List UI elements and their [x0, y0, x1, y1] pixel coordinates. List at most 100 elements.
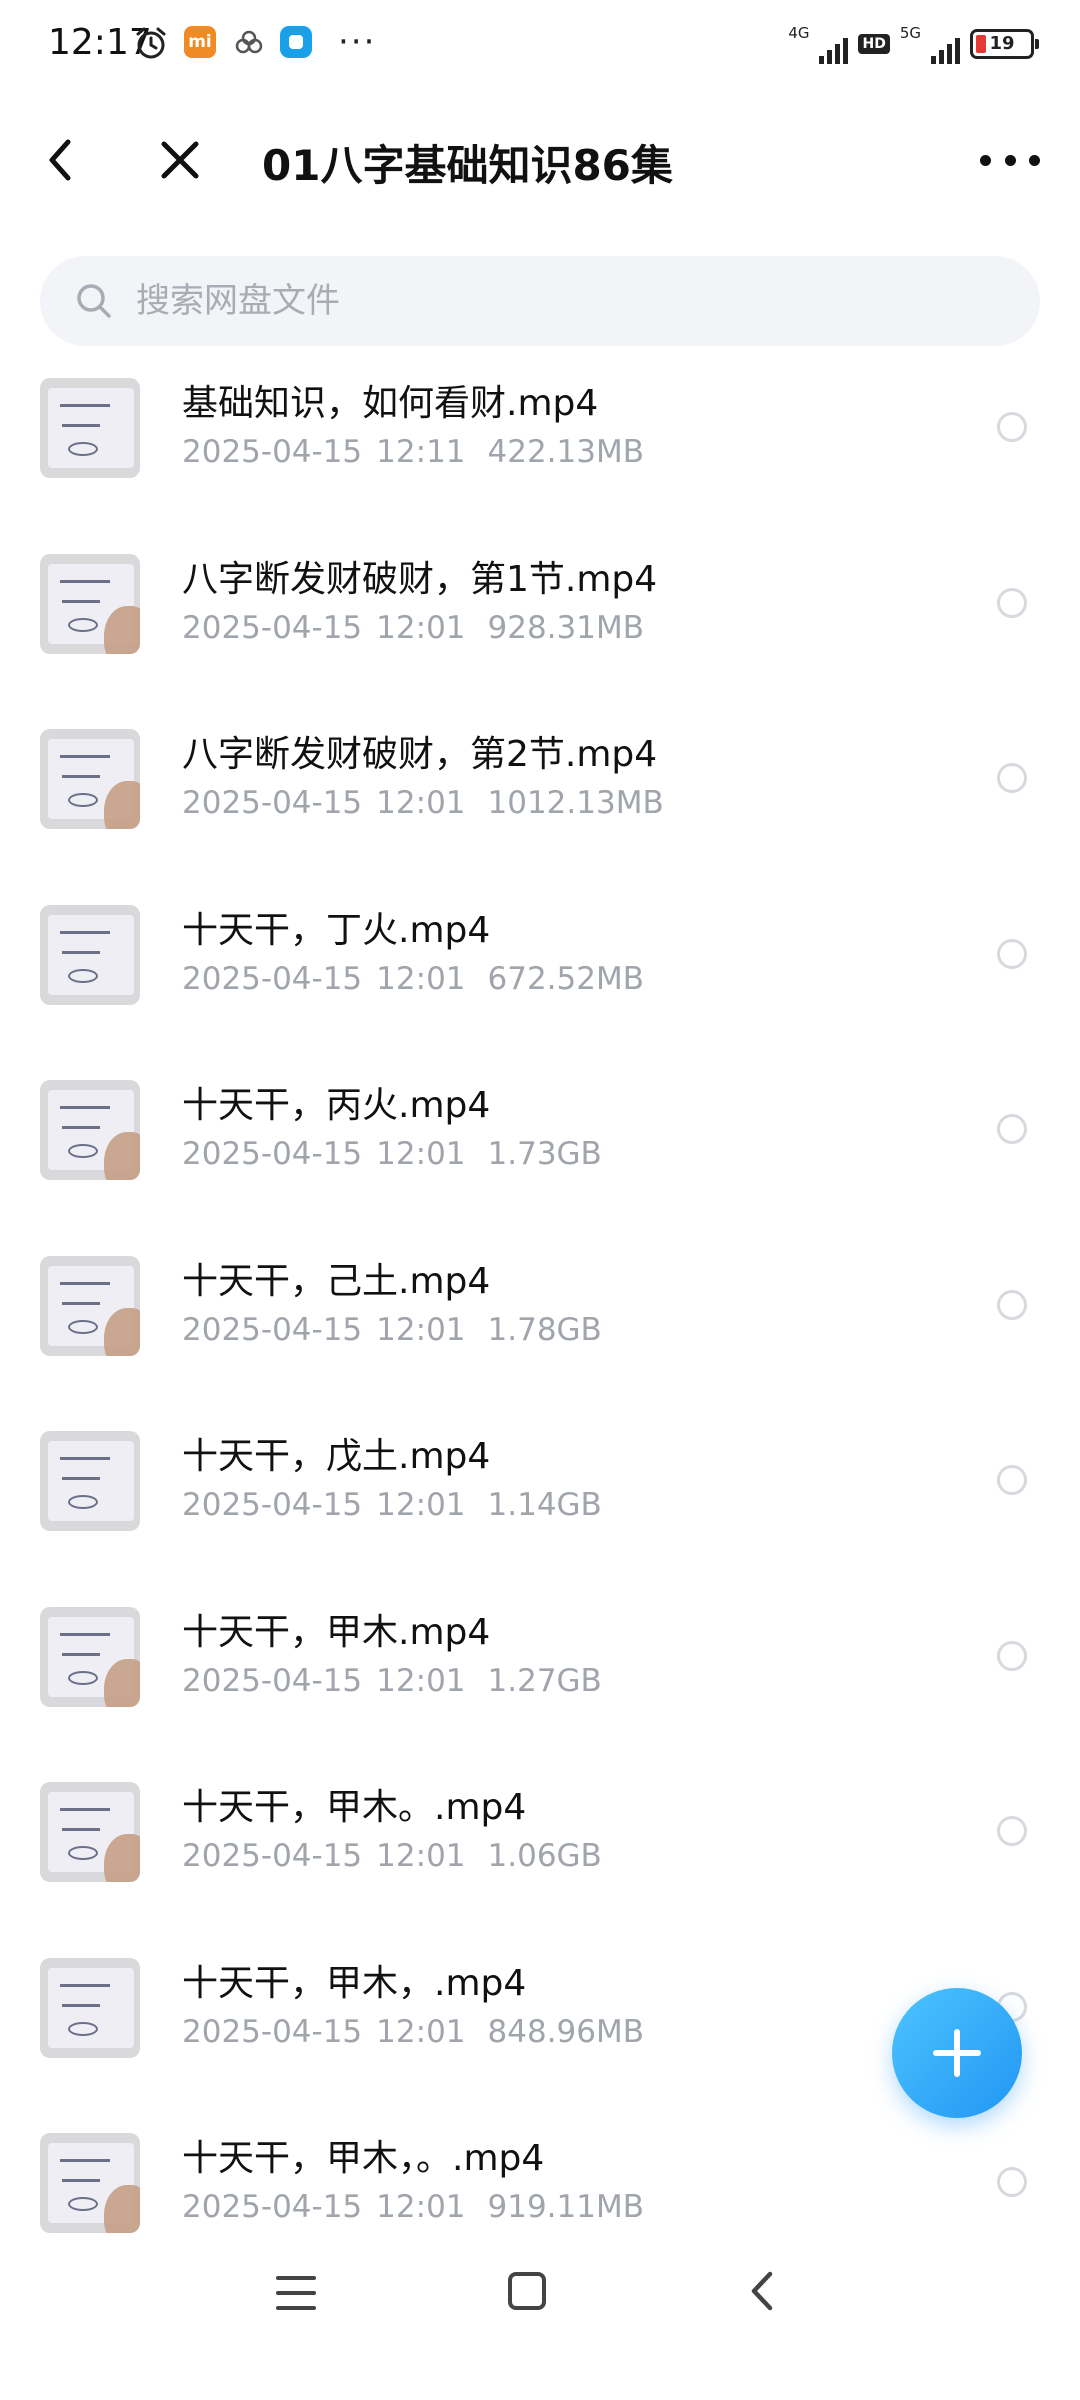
select-radio[interactable]	[997, 1289, 1027, 1320]
file-name: 十天干，丙火.mp4	[182, 1085, 491, 1126]
select-radio[interactable]	[997, 1640, 1027, 1671]
file-size: 422.13MB	[487, 434, 644, 470]
file-list-item[interactable]: 十天干，戊土.mp4 2025-04-15 12:01 1.14GB	[0, 1403, 1080, 1579]
network-5g-label: 5G	[899, 24, 921, 42]
video-thumbnail	[40, 2133, 140, 2233]
file-date: 2025-04-15	[182, 2013, 363, 2050]
file-time: 12:01	[376, 2189, 466, 2225]
file-size: 1.14GB	[487, 1487, 602, 1523]
status-bar: 12:17 mi ··· 4G HD 5G 19	[0, 0, 1080, 96]
battery-icon: 19	[970, 29, 1039, 59]
video-thumbnail	[40, 1080, 140, 1180]
video-thumbnail	[40, 1431, 140, 1531]
status-right-group: 4G HD 5G 19	[788, 24, 1039, 64]
select-radio[interactable]	[997, 2167, 1027, 2197]
video-thumbnail	[40, 1957, 140, 2058]
cloud-app-icon	[235, 30, 263, 54]
search-icon	[77, 284, 111, 318]
file-meta: 2025-04-15 12:01 1.73GB	[182, 1136, 602, 1172]
file-name: 十天干，戊土.mp4	[182, 1436, 491, 1477]
home-square-icon[interactable]	[508, 2272, 546, 2310]
file-time: 12:01	[376, 609, 466, 646]
file-date: 2025-04-15	[182, 2189, 363, 2225]
file-size: 919.11MB	[487, 2189, 644, 2225]
file-date: 2025-04-15	[182, 1487, 363, 1523]
file-list-item[interactable]: 八字断发财破财，第2节.mp4 2025-04-15 12:01 1012.13MB	[0, 701, 1080, 877]
file-name: 十天干，己土.mp4	[182, 1260, 491, 1302]
file-size: 1.73GB	[487, 1136, 602, 1172]
select-radio[interactable]	[997, 1465, 1027, 1495]
file-meta: 2025-04-15 12:01 1.78GB	[182, 1312, 602, 1348]
video-thumbnail	[40, 553, 140, 654]
file-date: 2025-04-15	[182, 785, 363, 821]
chevron-left-icon[interactable]	[40, 134, 84, 186]
select-radio[interactable]	[997, 1114, 1027, 1144]
file-name: 十天干，甲木.mp4	[182, 1611, 491, 1653]
select-radio[interactable]	[997, 763, 1027, 793]
file-size: 1.78GB	[487, 1311, 602, 1348]
file-time: 12:01	[376, 1838, 466, 1874]
file-meta: 2025-04-15 12:01 672.52MB	[182, 961, 644, 997]
file-list-item[interactable]: 十天干，甲木。.mp4 2025-04-15 12:01 1.06GB	[0, 1754, 1080, 1930]
video-thumbnail	[40, 1782, 140, 1882]
file-size: 1012.13MB	[487, 785, 664, 821]
file-size: 1.27GB	[487, 1662, 602, 1699]
file-time: 12:01	[376, 1311, 466, 1348]
file-time: 12:01	[376, 1487, 466, 1523]
file-size: 1.06GB	[487, 1838, 602, 1874]
file-meta: 2025-04-15 12:01 919.11MB	[182, 2189, 644, 2225]
file-date: 2025-04-15	[182, 1311, 363, 1348]
signal-bars-icon	[931, 34, 960, 64]
select-radio[interactable]	[997, 1816, 1027, 1846]
hd-voice-badge: HD	[858, 34, 890, 54]
file-name: 基础知识，如何看财.mp4	[182, 383, 599, 424]
close-icon[interactable]	[156, 136, 204, 184]
file-time: 12:11	[376, 434, 466, 470]
file-date: 2025-04-15	[182, 609, 363, 646]
file-date: 2025-04-15	[182, 960, 363, 997]
file-list-item[interactable]: 基础知识，如何看财.mp4 2025-04-15 12:11 422.13MB	[0, 350, 1080, 526]
file-meta: 2025-04-15 12:01 1.14GB	[182, 1487, 602, 1523]
video-thumbnail	[40, 378, 140, 478]
more-horizontal-icon[interactable]	[980, 140, 1040, 180]
file-list-item[interactable]: 十天干，己土.mp4 2025-04-15 12:01 1.78GB	[0, 1228, 1080, 1404]
file-size: 672.52MB	[487, 960, 644, 997]
file-time: 12:01	[376, 1662, 466, 1699]
file-name: 十天干，甲木，。.mp4	[182, 2138, 545, 2179]
search-input[interactable]	[136, 281, 936, 321]
file-list-item[interactable]: 十天干，甲木.mp4 2025-04-15 12:01 1.27GB	[0, 1579, 1080, 1755]
file-name: 十天干，甲木，.mp4	[182, 1962, 527, 2004]
file-meta: 2025-04-15 12:01 928.31MB	[182, 610, 644, 646]
page-title: 01八字基础知识86集	[262, 141, 673, 190]
file-name: 八字断发财破财，第2节.mp4	[182, 734, 658, 775]
file-date: 2025-04-15	[182, 1838, 363, 1874]
video-thumbnail	[40, 1606, 140, 1707]
file-date: 2025-04-15	[182, 1662, 363, 1699]
file-meta: 2025-04-15 12:01 1.06GB	[182, 1838, 602, 1874]
file-list-item[interactable]: 十天干，丁火.mp4 2025-04-15 12:01 672.52MB	[0, 877, 1080, 1053]
select-radio[interactable]	[997, 938, 1027, 969]
file-list-item[interactable]: 十天干，丙火.mp4 2025-04-15 12:01 1.73GB	[0, 1052, 1080, 1228]
notification-app-icon	[280, 26, 312, 58]
file-time: 12:01	[376, 960, 466, 997]
file-size: 848.96MB	[487, 2013, 644, 2050]
file-list: 基础知识，如何看财.mp4 2025-04-15 12:11 422.13MB 八字断发…	[0, 350, 1080, 2281]
status-more-indicator: ···	[338, 22, 377, 62]
select-radio[interactable]	[997, 587, 1027, 618]
file-meta: 2025-04-15 12:01 1012.13MB	[182, 785, 664, 821]
app-header: 01八字基础知识86集	[0, 110, 1080, 210]
video-thumbnail	[40, 729, 140, 829]
file-meta: 2025-04-15 12:01 848.96MB	[182, 2014, 644, 2050]
file-list-item[interactable]: 八字断发财破财，第1节.mp4 2025-04-15 12:01 928.31MB	[0, 526, 1080, 702]
file-meta: 2025-04-15 12:01 1.27GB	[182, 1663, 602, 1699]
search-bar[interactable]	[40, 256, 1040, 346]
file-name: 十天干，甲木。.mp4	[182, 1787, 527, 1828]
file-name: 十天干，丁火.mp4	[182, 909, 491, 951]
add-button[interactable]	[892, 1988, 1022, 2118]
menu-icon[interactable]	[276, 2276, 316, 2310]
system-nav-bar	[0, 2236, 1080, 2346]
nav-back-icon[interactable]	[744, 2270, 780, 2312]
select-radio[interactable]	[997, 412, 1027, 442]
mi-app-icon: mi	[184, 26, 216, 58]
file-time: 12:01	[376, 785, 466, 821]
